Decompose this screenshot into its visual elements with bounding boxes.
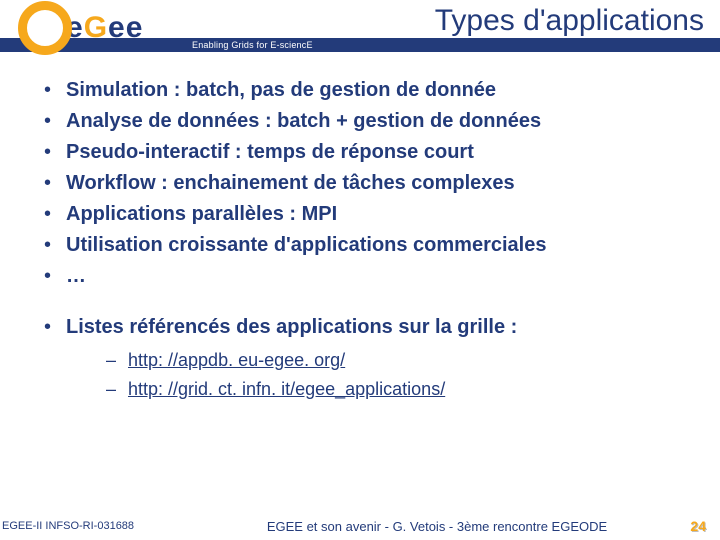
list-item: Simulation : batch, pas de gestion de do…	[30, 76, 690, 105]
logo: eGee	[0, 0, 180, 56]
list-item: Workflow : enchainement de tâches comple…	[30, 169, 690, 198]
footer: EGEE-II INFSO-RI-031688 EGEE et son aven…	[0, 512, 720, 540]
link-text[interactable]: http: //grid. ct. infn. it/egee_applicat…	[128, 379, 445, 399]
page-title: Types d'applications	[435, 4, 704, 38]
list-item: Pseudo-interactif : temps de réponse cou…	[30, 138, 690, 167]
footer-left: EGEE-II INFSO-RI-031688	[0, 520, 200, 532]
list-item: Utilisation croissante d'applications co…	[30, 231, 690, 260]
list-item: Listes référencés des applications sur l…	[30, 313, 690, 404]
logo-letter: e	[108, 11, 126, 44]
logo-letter: e	[126, 11, 144, 44]
list-item: …	[30, 262, 690, 291]
bullet-list-1: Simulation : batch, pas de gestion de do…	[30, 76, 690, 291]
link-item: http: //grid. ct. infn. it/egee_applicat…	[66, 375, 690, 404]
header: eGee Types d'applications Enabling Grids…	[0, 0, 720, 56]
list-item-label: Listes référencés des applications sur l…	[66, 316, 517, 338]
footer-page-number: 24	[674, 518, 720, 534]
logo-text: eGee	[66, 11, 143, 45]
logo-circle-icon	[18, 1, 72, 55]
link-item: http: //appdb. eu-egee. org/	[66, 346, 690, 375]
footer-mid: EGEE et son avenir - G. Vetois - 3ème re…	[200, 519, 674, 534]
list-item: Analyse de données : batch + gestion de …	[30, 107, 690, 136]
sub-list: http: //appdb. eu-egee. org/ http: //gri…	[66, 346, 690, 404]
tagline: Enabling Grids for E-sciencE	[192, 40, 313, 50]
slide: eGee Types d'applications Enabling Grids…	[0, 0, 720, 540]
list-item: Applications parallèles : MPI	[30, 200, 690, 229]
spacer	[30, 293, 690, 313]
link-text[interactable]: http: //appdb. eu-egee. org/	[128, 350, 345, 370]
bullet-list-2: Listes référencés des applications sur l…	[30, 313, 690, 404]
content: Simulation : batch, pas de gestion de do…	[0, 56, 720, 404]
logo-letter: G	[84, 11, 108, 44]
